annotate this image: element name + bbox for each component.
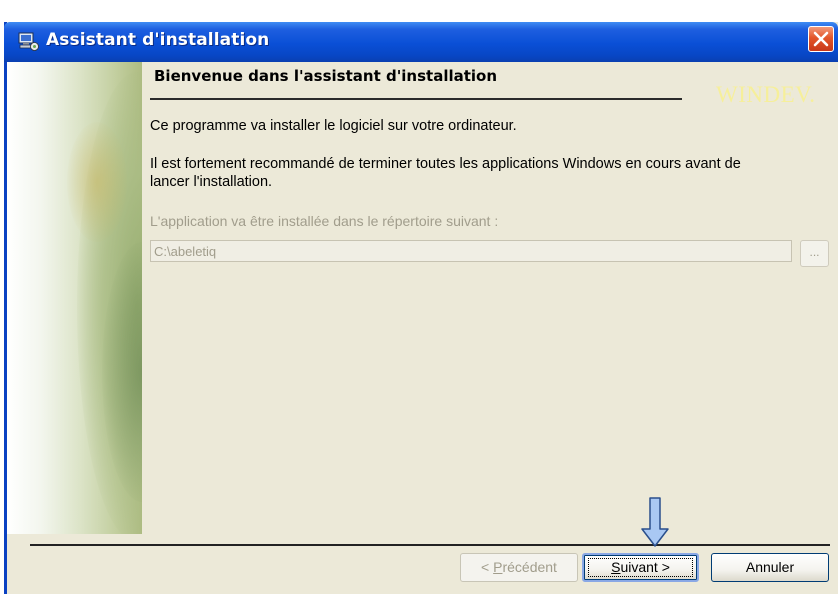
next-button[interactable]: Suivant > xyxy=(582,553,699,582)
computer-install-icon xyxy=(18,32,40,52)
previous-button[interactable]: < Précédent xyxy=(460,553,578,582)
previous-prefix: < xyxy=(481,559,494,575)
brand-logo: WINDEV. xyxy=(716,82,816,107)
footer-divider xyxy=(30,544,830,546)
cancel-button[interactable]: Annuler xyxy=(711,553,829,582)
close-button[interactable] xyxy=(808,26,834,52)
previous-label: récédent xyxy=(502,559,557,575)
window-title: Assistant d'installation xyxy=(46,30,270,50)
title-bar[interactable]: Assistant d'installation xyxy=(4,22,838,62)
directory-field[interactable]: C:\abeletiq xyxy=(150,240,792,262)
recommendation-text-line2: lancer l'installation. xyxy=(150,174,273,190)
directory-label: L'application va être installée dans le … xyxy=(150,213,499,229)
browse-button[interactable]: ... xyxy=(800,240,829,267)
page-title: Bienvenue dans l'assistant d'installatio… xyxy=(154,67,498,85)
heading-divider xyxy=(150,98,682,100)
down-arrow-icon xyxy=(640,497,670,547)
side-banner-image xyxy=(7,62,142,534)
recommendation-text-line1: Il est fortement recommandé de terminer … xyxy=(150,156,741,172)
intro-text: Ce programme va installer le logiciel su… xyxy=(150,118,517,134)
